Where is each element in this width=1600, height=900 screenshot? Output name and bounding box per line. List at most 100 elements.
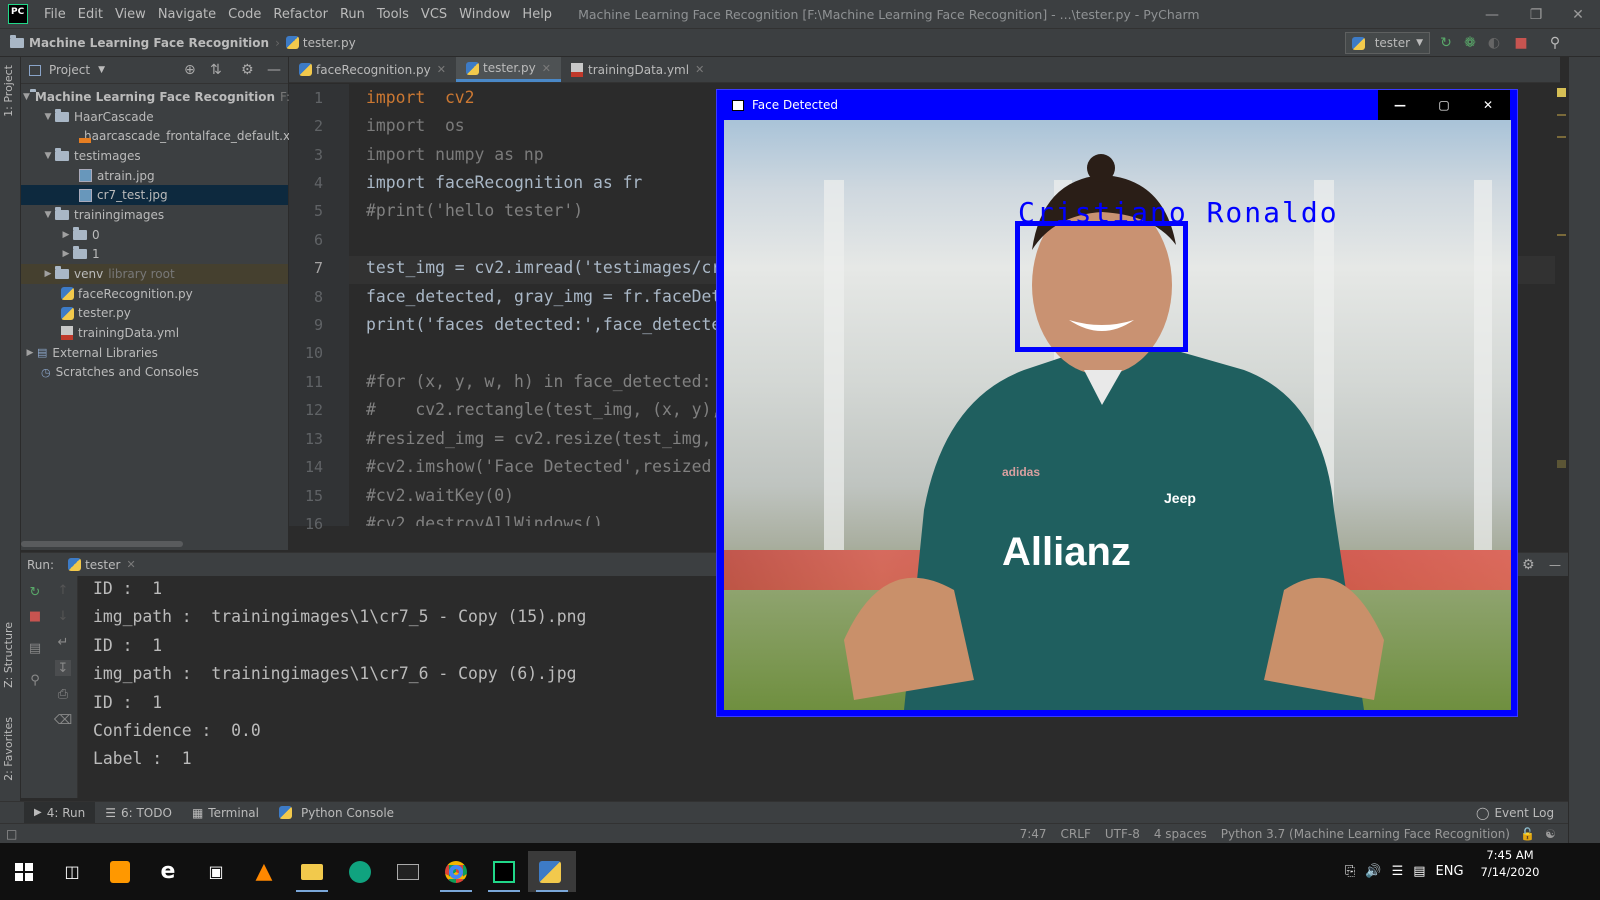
indent-setting[interactable]: 4 spaces bbox=[1154, 827, 1207, 841]
close-button[interactable]: ✕ bbox=[1466, 90, 1510, 120]
clock[interactable]: 7:45 AM 7/14/2020 bbox=[1478, 847, 1542, 881]
scroll-thumb[interactable] bbox=[1557, 460, 1566, 468]
menu-run[interactable]: Run bbox=[334, 7, 371, 22]
restore-layout-icon[interactable]: ▤ bbox=[27, 640, 43, 656]
face-window-titlebar[interactable]: Face Detected — ▢ ✕ bbox=[717, 90, 1517, 120]
stop-icon[interactable]: ■ bbox=[27, 608, 43, 624]
menu-view[interactable]: View bbox=[109, 7, 152, 22]
menu-edit[interactable]: Edit bbox=[72, 7, 109, 22]
tab-trainingdata[interactable]: trainingData.yml ✕ bbox=[561, 57, 714, 82]
taskbar-app-chrome[interactable] bbox=[432, 851, 480, 892]
tab-tester[interactable]: tester.py ✕ bbox=[455, 57, 561, 82]
menu-code[interactable]: Code bbox=[222, 7, 267, 22]
tree-item-haarcascade[interactable]: ▼ HaarCascade bbox=[21, 107, 288, 127]
minimize-button[interactable]: — bbox=[1378, 90, 1422, 120]
structure-tool-tab[interactable]: Z: Structure bbox=[2, 622, 15, 688]
close-icon[interactable]: ✕ bbox=[437, 63, 446, 76]
close-button[interactable]: ✕ bbox=[1556, 0, 1600, 29]
arrow-up-icon[interactable]: ↑ bbox=[55, 582, 71, 598]
menu-help[interactable]: Help bbox=[516, 7, 558, 22]
taskbar-app-pycharm[interactable] bbox=[480, 851, 528, 892]
close-icon[interactable]: ✕ bbox=[126, 558, 135, 571]
line-separator[interactable]: CRLF bbox=[1061, 827, 1091, 841]
collapsed-arrow-icon[interactable]: ▶ bbox=[59, 230, 73, 240]
maximize-button[interactable]: ▢ bbox=[1422, 90, 1466, 120]
stop-icon[interactable]: ■ bbox=[1511, 33, 1531, 53]
soft-wrap-icon[interactable]: ↵ bbox=[55, 634, 71, 650]
wifi-icon[interactable]: ☰ bbox=[1392, 864, 1404, 879]
taskbar-app-vlc[interactable]: ▲ bbox=[240, 851, 288, 892]
close-icon[interactable]: ✕ bbox=[695, 63, 704, 76]
expand-arrow-icon[interactable]: ▼ bbox=[41, 151, 55, 161]
collapse-all-icon[interactable]: ⇅ bbox=[210, 62, 222, 78]
tree-item-venv[interactable]: ▶ venv library root bbox=[21, 264, 288, 284]
locate-icon[interactable]: ⊕ bbox=[184, 62, 196, 78]
tree-item-tester[interactable]: tester.py bbox=[21, 304, 288, 324]
lock-icon[interactable]: 🔓 bbox=[1520, 827, 1535, 841]
tree-item-testimages[interactable]: ▼ testimages bbox=[21, 146, 288, 166]
tree-item-atrain[interactable]: atrain.jpg bbox=[21, 166, 288, 186]
face-detected-window[interactable]: Face Detected — ▢ ✕ Allianz Jeep adidas … bbox=[716, 89, 1518, 717]
tree-item-folder-0[interactable]: ▶ 0 bbox=[21, 225, 288, 245]
taskbar-app-python[interactable] bbox=[528, 851, 576, 892]
tab-facerecognition[interactable]: faceRecognition.py ✕ bbox=[289, 57, 456, 82]
favorites-tool-tab[interactable]: 2: Favorites bbox=[2, 717, 15, 781]
menu-window[interactable]: Window bbox=[453, 7, 516, 22]
run-tab-label[interactable]: tester bbox=[85, 558, 120, 572]
tree-item-trainingdata[interactable]: trainingData.yml bbox=[21, 323, 288, 343]
tab-event-log[interactable]: ◯ Event Log bbox=[1466, 802, 1564, 824]
warning-marker[interactable] bbox=[1557, 114, 1566, 116]
hide-icon[interactable]: — bbox=[267, 62, 281, 78]
tab-terminal[interactable]: ▦ Terminal bbox=[182, 802, 269, 824]
notification-icon[interactable]: ▤ bbox=[1413, 864, 1425, 879]
file-encoding[interactable]: UTF-8 bbox=[1105, 827, 1140, 841]
start-button[interactable] bbox=[0, 851, 48, 892]
menu-file[interactable]: File bbox=[38, 7, 72, 22]
collapsed-arrow-icon[interactable]: ▶ bbox=[59, 249, 73, 259]
taskbar-app-explorer[interactable] bbox=[288, 851, 336, 892]
tree-item-root[interactable]: ▼ Machine Learning Face Recognition F:\M… bbox=[21, 87, 312, 107]
tab-todo[interactable]: ☰ 6: TODO bbox=[95, 802, 182, 824]
tree-item-external-libraries[interactable]: ▶ ▤ External Libraries bbox=[21, 343, 288, 363]
tree-item-trainingimages[interactable]: ▼ trainingimages bbox=[21, 205, 288, 225]
project-panel-title[interactable]: Project bbox=[49, 63, 90, 77]
hide-icon[interactable]: — bbox=[1549, 558, 1561, 572]
tree-item-folder-1[interactable]: ▶ 1 bbox=[21, 245, 288, 265]
inspector-icon[interactable]: ☯ bbox=[1545, 827, 1556, 841]
warning-marker[interactable] bbox=[1557, 234, 1566, 236]
breadcrumb-file[interactable]: tester.py bbox=[303, 36, 356, 50]
profile-icon[interactable]: ◐ bbox=[1484, 33, 1504, 53]
rerun-icon[interactable]: ↻ bbox=[27, 584, 43, 600]
network-adapter-icon[interactable]: ⎘ bbox=[1345, 864, 1355, 879]
tab-run[interactable]: ▶ 4: Run bbox=[24, 801, 96, 824]
pin-icon[interactable]: ⚲ bbox=[27, 672, 43, 688]
project-tool-tab[interactable]: 1: Project bbox=[2, 65, 15, 117]
expand-arrow-icon[interactable]: ▼ bbox=[41, 210, 55, 220]
debug-icon[interactable]: ❁ bbox=[1460, 33, 1480, 53]
rerun-icon[interactable]: ↻ bbox=[1436, 33, 1456, 53]
minimize-button[interactable]: — bbox=[1470, 0, 1514, 29]
volume-icon[interactable]: 🔊 bbox=[1365, 864, 1381, 879]
scroll-to-end-icon[interactable]: ↧ bbox=[55, 660, 71, 676]
arrow-down-icon[interactable]: ↓ bbox=[55, 608, 71, 624]
taskbar-app-sublime[interactable] bbox=[96, 851, 144, 892]
expand-arrow-icon[interactable]: ▼ bbox=[23, 92, 30, 102]
menu-vcs[interactable]: VCS bbox=[415, 7, 453, 22]
caret-position[interactable]: 7:47 bbox=[1020, 827, 1047, 841]
warning-marker[interactable] bbox=[1557, 136, 1566, 138]
layout-toggle-icon[interactable]: □ bbox=[6, 827, 17, 841]
tree-item-haarcascade-xml[interactable]: haarcascade_frontalface_default.xml bbox=[21, 126, 305, 146]
menu-refactor[interactable]: Refactor bbox=[267, 7, 334, 22]
input-language[interactable]: ENG bbox=[1436, 864, 1464, 879]
python-interpreter[interactable]: Python 3.7 (Machine Learning Face Recogn… bbox=[1221, 827, 1510, 841]
print-icon[interactable]: ⎙ bbox=[55, 686, 71, 702]
chevron-down-icon[interactable]: ▼ bbox=[98, 65, 105, 75]
tree-item-cr7-test[interactable]: cr7_test.jpg bbox=[21, 185, 288, 206]
collapsed-arrow-icon[interactable]: ▶ bbox=[41, 269, 55, 279]
tree-item-scratches[interactable]: ◷ Scratches and Consoles bbox=[21, 363, 288, 383]
search-icon[interactable]: ⚲ bbox=[1545, 33, 1565, 53]
taskbar-app-chatgpt[interactable] bbox=[336, 851, 384, 892]
trash-icon[interactable]: ⌫ bbox=[54, 712, 72, 728]
breadcrumb-project[interactable]: Machine Learning Face Recognition bbox=[29, 36, 269, 50]
collapsed-arrow-icon[interactable]: ▶ bbox=[23, 348, 37, 358]
